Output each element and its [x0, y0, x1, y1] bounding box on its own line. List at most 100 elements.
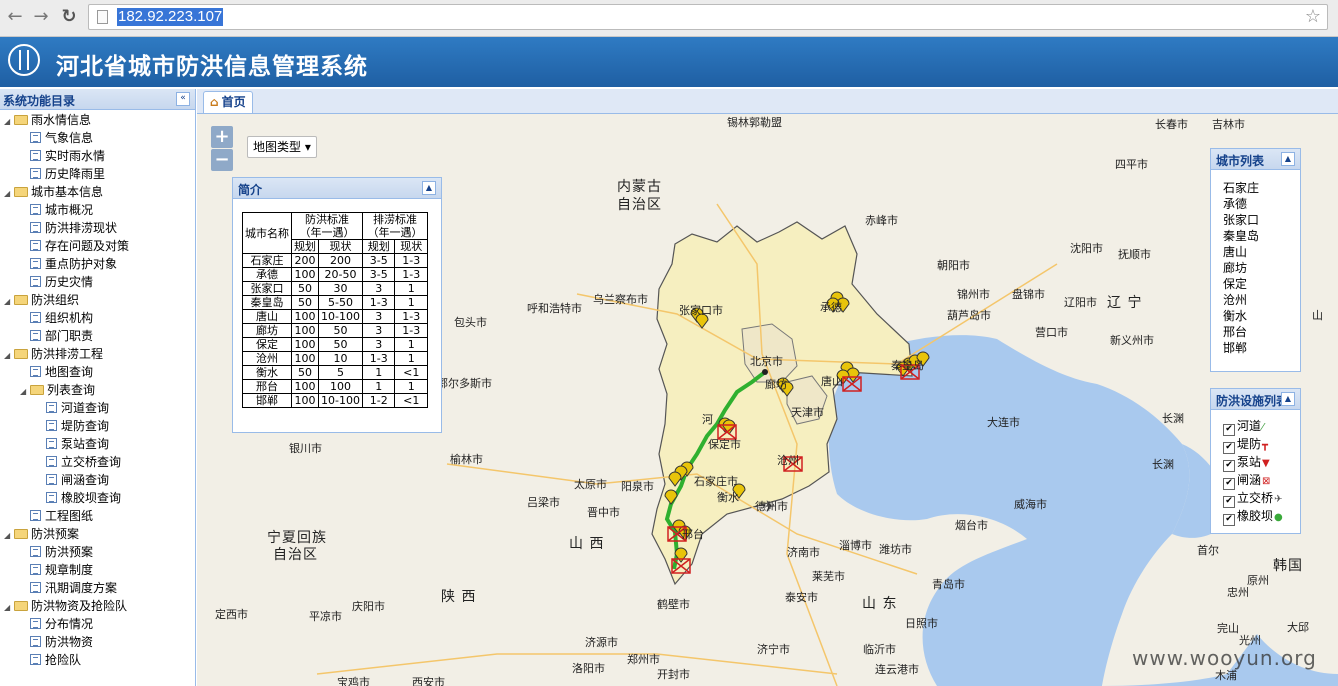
tree-leaf[interactable]: 部门职责 [20, 327, 93, 345]
tree-leaf[interactable]: 河道查询 [36, 399, 109, 417]
map-type-dropdown[interactable]: 地图类型 ▾ [247, 136, 317, 158]
tree-leaf[interactable]: 堤防查询 [36, 417, 109, 435]
tree-leaf[interactable]: 闸涵查询 [36, 471, 109, 489]
tree-leaf[interactable]: 防洪预案 [20, 543, 93, 561]
tree-item-label: 橡胶坝查询 [61, 491, 122, 505]
tree-leaf[interactable]: 橡胶坝查询 [36, 489, 121, 507]
tree-leaf[interactable]: 历史灾情 [20, 273, 93, 291]
page-icon [97, 10, 108, 24]
city-list-item[interactable]: 承德 [1223, 195, 1247, 212]
table-cell: 张家口 [242, 281, 292, 296]
back-arrow-icon[interactable]: ← [4, 6, 26, 28]
city-list-item[interactable]: 邢台 [1223, 323, 1247, 340]
tree-leaf[interactable]: 分布情况 [20, 615, 93, 633]
city-list-item[interactable]: 石家庄 [1223, 179, 1259, 196]
document-icon [30, 132, 41, 143]
tree-folder[interactable]: ◢ 列表查询 [20, 381, 95, 399]
map-place-label: 鄂尔多斯市 [437, 377, 492, 390]
table-cell: 100 [291, 379, 319, 394]
tree-leaf[interactable]: 泵站查询 [36, 435, 109, 453]
expand-arrow-icon[interactable]: ◢ [4, 293, 14, 311]
facility-list-item: ✔ 立交桥✈ [1223, 489, 1282, 508]
collapse-sidebar-icon[interactable]: « [176, 92, 190, 106]
tree-item-label: 历史灾情 [45, 275, 94, 289]
tree-folder[interactable]: ◢ 雨水情信息 [4, 111, 91, 129]
expand-arrow-icon[interactable]: ◢ [4, 347, 14, 365]
expand-arrow-icon[interactable]: ◢ [20, 383, 30, 401]
city-list-item[interactable]: 沧州 [1223, 291, 1247, 308]
table-cell: 1 [394, 379, 428, 394]
expand-arrow-icon[interactable]: ◢ [4, 113, 14, 131]
forward-arrow-icon[interactable]: → [30, 6, 52, 28]
tree-leaf[interactable]: 防洪排涝现状 [20, 219, 117, 237]
intro-panel: 简介 ▲ 城市名称 防洪标准（年一遇） 排涝标准（年一遇） 规划 现状 规划 现… [232, 177, 442, 433]
app-logo-icon [8, 44, 40, 76]
tree-leaf[interactable]: 气象信息 [20, 129, 93, 147]
tree-item-label: 实时雨水情 [45, 149, 106, 163]
bookmark-star-icon[interactable]: ☆ [1305, 6, 1321, 27]
city-list-item[interactable]: 保定 [1223, 275, 1247, 292]
tree-folder[interactable]: ◢ 防洪预案 [4, 525, 79, 543]
map-place-label: 新义州市 [1110, 334, 1154, 347]
reload-icon[interactable]: ↻ [58, 6, 80, 28]
city-list-item[interactable]: 廊坊 [1223, 259, 1247, 276]
map-place-label: 保定市 [708, 438, 741, 451]
tree-leaf[interactable]: 实时雨水情 [20, 147, 105, 165]
document-icon [30, 510, 41, 521]
table-cell: 3-5 [361, 253, 396, 268]
table-cell: 3 [361, 281, 396, 296]
tree-leaf[interactable]: 立交桥查询 [36, 453, 121, 471]
tree-leaf[interactable]: 抢险队 [20, 651, 81, 669]
map-place-label: 德州市 [755, 500, 788, 513]
address-bar[interactable]: 182.92.223.107 ☆ [88, 4, 1328, 30]
map-view[interactable]: ✈ 锡林郭勒盟 长春市 吉林市 内蒙古 自治区 赤峰市 四平市 沈阳市 抚顺市 朝阳市 锦州市 盘锦市… [197, 114, 1338, 686]
document-icon [30, 150, 41, 161]
tab-home[interactable]: ⌂ 首页 [203, 91, 253, 113]
map-place-label: 西安市 [412, 676, 445, 686]
city-list-item[interactable]: 张家口 [1223, 211, 1259, 228]
facility-label: 泵站 [1237, 455, 1262, 469]
facility-checkbox[interactable]: ✔ [1223, 514, 1235, 526]
expand-arrow-icon[interactable]: ◢ [4, 599, 14, 617]
tree-leaf[interactable]: 地图查询 [20, 363, 93, 381]
tree-leaf[interactable]: 规章制度 [20, 561, 93, 579]
tree-leaf[interactable]: 历史降雨里 [20, 165, 105, 183]
intro-panel-header: 简介 ▲ [233, 178, 441, 199]
collapse-icon[interactable]: ▲ [1281, 392, 1295, 406]
tree-leaf[interactable]: 城市概况 [20, 201, 93, 219]
tree-folder[interactable]: ◢ 防洪物资及抢险队 [4, 597, 127, 615]
tree-folder[interactable]: ◢ 防洪排涝工程 [4, 345, 103, 363]
city-list-item[interactable]: 衡水 [1223, 307, 1247, 324]
expand-arrow-icon[interactable]: ◢ [4, 527, 14, 545]
rubber-dam-icon: ● [1274, 512, 1283, 523]
tree-folder[interactable]: ◢ 城市基本信息 [4, 183, 103, 201]
url-text[interactable]: 182.92.223.107 [117, 8, 224, 26]
tree-item-label: 防洪物资 [45, 635, 94, 649]
city-list-item[interactable]: 邯郸 [1223, 339, 1247, 356]
tree-leaf[interactable]: 存在问题及对策 [20, 237, 129, 255]
city-list-header: 城市列表 ▲ [1211, 149, 1300, 170]
zoom-in-button[interactable]: + [211, 126, 233, 148]
collapse-icon[interactable]: ▲ [422, 181, 436, 195]
tree-leaf[interactable]: 组织机构 [20, 309, 93, 327]
city-list-title: 城市列表 [1216, 154, 1265, 168]
table-cell: 1-3 [361, 351, 396, 366]
map-place-label: 山 东 [862, 596, 898, 612]
city-list-item[interactable]: 秦皇岛 [1223, 227, 1259, 244]
tree-leaf[interactable]: 工程图纸 [20, 507, 93, 525]
folder-icon [14, 529, 28, 539]
tree-item-label: 气象信息 [45, 131, 94, 145]
table-row: 廊坊 100 50 3 1-3 [242, 323, 428, 338]
zoom-out-button[interactable]: − [211, 149, 233, 171]
city-list-item[interactable]: 唐山 [1223, 243, 1247, 260]
table-cell: 3 [361, 323, 396, 338]
expand-arrow-icon[interactable]: ◢ [4, 185, 14, 203]
document-icon [30, 546, 41, 557]
tree-folder[interactable]: ◢ 防洪组织 [4, 291, 79, 309]
map-place-label: 赤峰市 [865, 214, 898, 227]
tree-leaf[interactable]: 汛期调度方案 [20, 579, 117, 597]
tree-item-label: 历史降雨里 [45, 167, 106, 181]
collapse-icon[interactable]: ▲ [1281, 152, 1295, 166]
tree-leaf[interactable]: 重点防护对象 [20, 255, 117, 273]
tree-leaf[interactable]: 防洪物资 [20, 633, 93, 651]
